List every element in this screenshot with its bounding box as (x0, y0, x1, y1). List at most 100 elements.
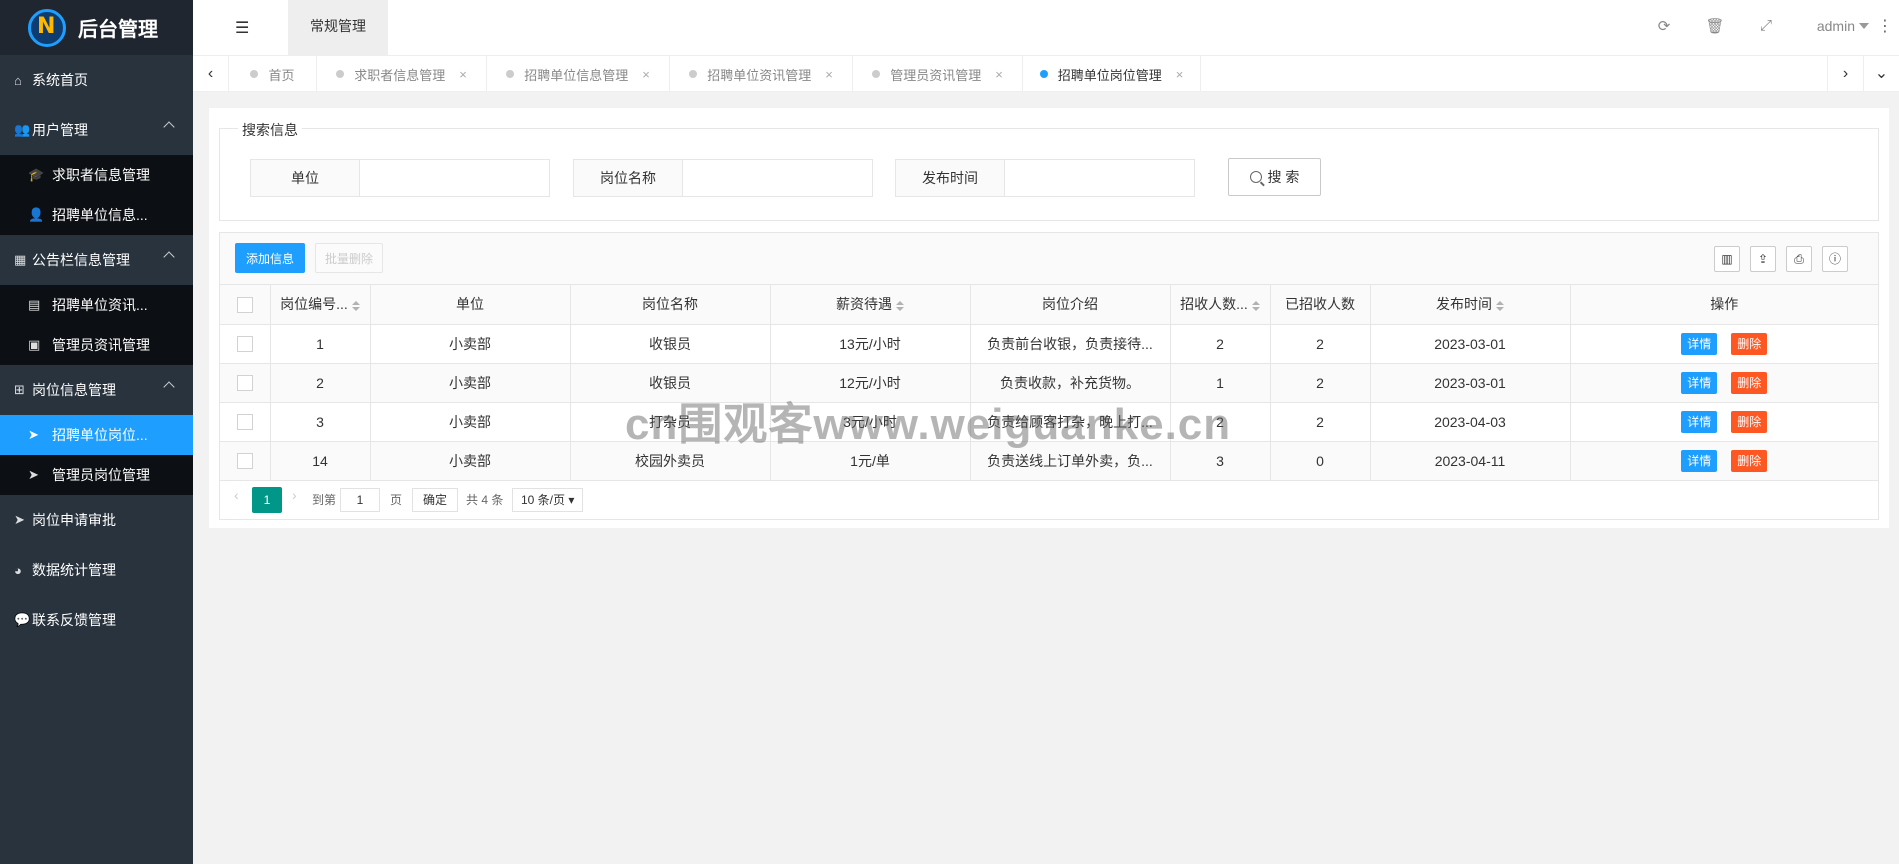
graduation-cap-icon: 🎓 (28, 167, 45, 182)
cell-intro: 负责给顾客打杂，晚上打... (970, 402, 1171, 442)
refresh-icon[interactable]: ⟳ (1654, 17, 1674, 35)
publish-date-input[interactable] (1005, 159, 1195, 197)
sidebar-item-admin-jobs[interactable]: ➤ 管理员岗位管理 (0, 455, 193, 495)
delete-button[interactable]: 删除 (1731, 371, 1768, 394)
tab-label: 求职者信息管理 (354, 67, 446, 83)
trash-icon[interactable]: 🗑 (1705, 17, 1725, 35)
row-select-cell[interactable] (220, 324, 271, 364)
sidebar-item-admin-news[interactable]: ▣ 管理员资讯管理 (0, 325, 193, 365)
column-header[interactable]: 发布时间 (1370, 285, 1571, 325)
job-name-label: 岗位名称 (573, 159, 683, 197)
close-icon[interactable]: × (995, 67, 1003, 82)
cell-intro: 负责收款，补充货物。 (970, 363, 1171, 403)
tab-jobseeker[interactable]: 求职者信息管理 × (317, 56, 487, 92)
row-checkbox[interactable] (236, 336, 253, 353)
more-vertical-icon[interactable]: ⋮ (1877, 16, 1893, 36)
tabs-dropdown-icon[interactable]: ⌄ (1863, 56, 1899, 92)
top-header: ☰ 常规管理 ⟳ 🗑 ⤢ admin ⋮ (193, 0, 1899, 56)
page-size-select[interactable]: 10 条/页 ▾ (512, 487, 584, 512)
sidebar-item-home[interactable]: ⌂ 系统首页 (0, 55, 193, 105)
tab-employer-info[interactable]: 招聘单位信息管理 × (487, 56, 670, 92)
sidebar-item-label: 招聘单位岗位... (52, 427, 148, 443)
logo-area[interactable]: N 后台管理 (0, 0, 193, 55)
sidebar-item-bulletin[interactable]: ▦ 公告栏信息管理 (0, 235, 193, 285)
sort-icon[interactable] (351, 300, 360, 311)
close-icon[interactable]: × (825, 67, 833, 82)
column-header[interactable]: 招收人数... (1170, 285, 1271, 325)
print-icon[interactable]: ⎙ (1786, 246, 1812, 272)
sidebar-item-label: 系统首页 (32, 72, 88, 88)
sort-icon[interactable] (896, 300, 904, 311)
detail-button[interactable]: 详情 (1681, 332, 1718, 355)
cell-job-name: 校园外卖员 (570, 441, 771, 481)
next-page-icon[interactable]: › (292, 487, 297, 503)
submenu-user-management: 🎓 求职者信息管理 👤 招聘单位信息... (0, 155, 193, 235)
home-icon: ⌂ (14, 72, 22, 88)
cell-date: 2023-04-03 (1370, 402, 1571, 442)
sidebar-item-job-management[interactable]: ⊞ 岗位信息管理 (0, 365, 193, 415)
menu-toggle-icon[interactable]: ☰ (235, 18, 253, 37)
cell-actions: 详情 删除 (1570, 441, 1878, 481)
cell-id: 1 (270, 324, 371, 364)
list-icon: ▤ (28, 297, 41, 312)
unit-input[interactable] (360, 159, 550, 197)
tab-home[interactable]: 首页 (229, 56, 317, 92)
sidebar-item-employer-jobs[interactable]: ➤ 招聘单位岗位... (0, 415, 193, 455)
delete-button[interactable]: 删除 (1731, 410, 1768, 433)
search-button[interactable]: 搜 索 (1228, 158, 1321, 196)
sort-icon[interactable] (1251, 300, 1260, 311)
select-all-checkbox[interactable] (236, 296, 253, 313)
sort-icon[interactable] (1496, 300, 1504, 311)
prev-page-icon[interactable]: ‹ (234, 487, 239, 503)
cell-unit: 小卖部 (370, 324, 571, 364)
delete-button[interactable]: 删除 (1731, 449, 1768, 472)
delete-button[interactable]: 删除 (1731, 332, 1768, 355)
detail-button[interactable]: 详情 (1681, 371, 1718, 394)
tab-employer-jobs[interactable]: 招聘单位岗位管理 × (1023, 56, 1201, 92)
fullscreen-icon[interactable]: ⤢ (1756, 17, 1776, 34)
row-checkbox[interactable] (236, 375, 253, 392)
close-icon[interactable]: × (1176, 67, 1184, 82)
sidebar-item-job-applications[interactable]: ➤ 岗位申请审批 (0, 495, 193, 545)
tab-employer-news[interactable]: 招聘单位资讯管理 × (670, 56, 853, 92)
caret-down-icon (1859, 23, 1869, 29)
export-icon[interactable]: ⇪ (1750, 246, 1776, 272)
info-icon[interactable]: ⓘ (1822, 246, 1848, 272)
row-select-cell[interactable] (220, 363, 271, 403)
sidebar-item-statistics[interactable]: ◕ 数据统计管理 (0, 545, 193, 595)
sidebar-item-feedback[interactable]: 💬 联系反馈管理 (0, 595, 193, 645)
tab-general-management[interactable]: 常规管理 (288, 0, 388, 56)
add-button[interactable]: 添加信息 (235, 243, 305, 273)
detail-button[interactable]: 详情 (1681, 449, 1718, 472)
sidebar-item-employer[interactable]: 👤 招聘单位信息... (0, 195, 193, 235)
detail-button[interactable]: 详情 (1681, 410, 1718, 433)
close-icon[interactable]: × (642, 67, 650, 82)
column-header[interactable]: 岗位编号... (270, 285, 371, 325)
sidebar-item-label: 岗位信息管理 (32, 382, 116, 398)
batch-delete-button[interactable]: 批量删除 (315, 243, 383, 273)
sidebar-item-employer-news[interactable]: ▤ 招聘单位资讯... (0, 285, 193, 325)
user-menu[interactable]: admin (1817, 18, 1869, 34)
sidebar-item-user-management[interactable]: 👥 用户管理 (0, 105, 193, 155)
table-row: 14 小卖部 校园外卖员 1元/单 负责送线上订单外卖，负... 3 0 202… (220, 441, 1878, 481)
select-all-cell[interactable] (220, 285, 271, 325)
row-select-cell[interactable] (220, 441, 271, 481)
page-input[interactable]: 1 (340, 487, 380, 512)
close-icon[interactable]: × (459, 67, 467, 82)
tabs-next-icon[interactable]: › (1827, 56, 1863, 92)
sidebar-item-jobseeker[interactable]: 🎓 求职者信息管理 (0, 155, 193, 195)
page-current[interactable]: 1 (252, 486, 282, 513)
tabs-prev-icon[interactable]: ‹ (193, 56, 229, 92)
row-checkbox[interactable] (236, 453, 253, 470)
send-icon: ➤ (28, 427, 39, 442)
row-checkbox[interactable] (236, 414, 253, 431)
job-name-input[interactable] (683, 159, 873, 197)
columns-icon[interactable]: ▥ (1714, 246, 1740, 272)
row-select-cell[interactable] (220, 402, 271, 442)
tab-admin-news[interactable]: 管理员资讯管理 × (853, 56, 1023, 92)
search-icon (1249, 171, 1262, 183)
sidebar-item-label: 求职者信息管理 (52, 167, 150, 183)
column-header[interactable]: 薪资待遇 (770, 285, 971, 325)
page-ok-button[interactable]: 确定 (412, 487, 459, 512)
chevron-up-icon (163, 381, 175, 393)
